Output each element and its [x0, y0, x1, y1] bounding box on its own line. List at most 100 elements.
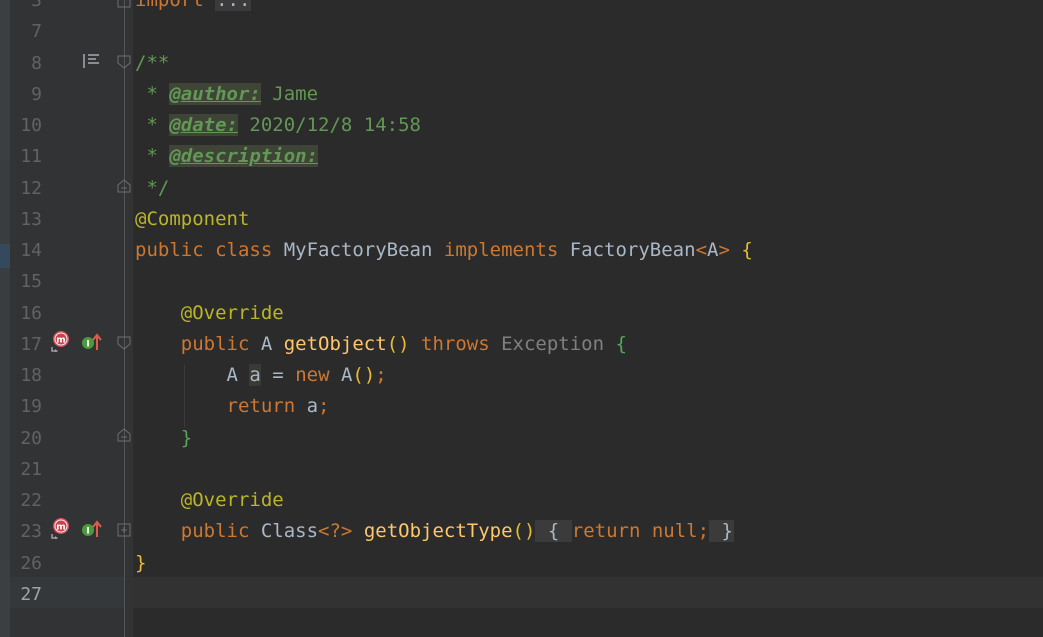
code-line[interactable]: 13 @Component — [0, 204, 1043, 235]
code-text[interactable]: public class MyFactoryBean implements Fa… — [135, 235, 753, 266]
line-number: 9 — [31, 83, 42, 105]
code-token: throws — [421, 332, 502, 355]
code-line[interactable]: 27 — [0, 579, 1043, 610]
code-line[interactable]: 17 public A getObject() throws Exception… — [0, 329, 1043, 360]
line-number: 23 — [20, 521, 42, 543]
code-line[interactable]: 14 public class MyFactoryBean implements … — [0, 235, 1043, 266]
code-editor[interactable]: 3 import ... 7 8/** 9 * @author: Jame 10 * @d… — [0, 0, 1043, 637]
fold-end-icon[interactable] — [117, 428, 131, 442]
code-text[interactable]: } — [135, 548, 146, 579]
line-number: 22 — [20, 490, 42, 511]
code-token: new — [295, 364, 341, 386]
code-token: } — [135, 551, 147, 574]
code-token: implements — [443, 239, 570, 261]
code-token: ; — [375, 364, 387, 386]
code-line[interactable]: 16 @Override — [0, 298, 1043, 329]
line-number: 21 — [20, 458, 42, 480]
code-token: } — [180, 426, 193, 449]
line-number: 10 — [20, 115, 42, 136]
code-line[interactable]: 23 public Class<?> getObjectType() { ret… — [0, 516, 1043, 547]
code-token: () — [352, 364, 376, 386]
code-token: { — [535, 520, 572, 543]
code-token: @Component — [135, 207, 250, 230]
code-text[interactable]: @Override — [135, 485, 284, 516]
line-number: 7 — [31, 21, 42, 43]
code-text[interactable]: @Override — [135, 298, 284, 329]
fold-end-icon[interactable] — [117, 179, 131, 193]
line-number: 3 — [31, 0, 42, 11]
code-text[interactable]: } — [135, 423, 192, 454]
code-token: @description: — [169, 145, 319, 168]
code-token: return — [226, 395, 307, 418]
code-text[interactable]: /** — [135, 48, 169, 79]
code-token: return null — [571, 520, 698, 543]
code-token: */ — [135, 176, 170, 199]
line-number: 8 — [31, 52, 42, 74]
code-token: <?> — [318, 520, 364, 543]
code-token: 2020/12/8 14:58 — [237, 114, 421, 136]
code-token: > — [718, 239, 742, 261]
code-line[interactable]: 20 } — [0, 423, 1043, 454]
code-token: A — [707, 239, 719, 261]
code-token: { — [741, 239, 753, 261]
method-override-icon[interactable]: m — [50, 517, 72, 539]
line-number: 14 — [20, 240, 42, 261]
code-line[interactable]: 7 — [0, 16, 1043, 47]
code-line[interactable]: 21 — [0, 454, 1043, 485]
line-number: 16 — [20, 302, 42, 324]
code-line[interactable]: 19 return a; — [0, 391, 1043, 422]
code-token: MyFactoryBean — [283, 239, 444, 261]
fold-collapse-icon[interactable] — [117, 336, 131, 350]
code-text[interactable]: return a; — [135, 391, 330, 422]
implements-up-arrow-icon[interactable]: I — [80, 519, 102, 541]
code-line[interactable]: 22 @Override — [0, 485, 1043, 516]
fold-toggle-icon[interactable] — [117, 0, 131, 8]
implements-up-arrow-icon[interactable]: I — [80, 332, 102, 354]
code-text[interactable]: public Class<?> getObjectType() { return… — [135, 516, 734, 547]
code-line[interactable]: 3 import ... — [0, 0, 1043, 16]
code-token: A — [226, 364, 250, 386]
code-line[interactable]: 9 * @author: Jame — [0, 79, 1043, 110]
code-text[interactable]: public A getObject() throws Exception { — [135, 329, 627, 360]
code-line[interactable]: 12 */ — [0, 173, 1043, 204]
code-text[interactable]: * @description: — [135, 141, 319, 172]
code-text[interactable]: import ... — [135, 0, 252, 16]
code-token: } — [709, 520, 734, 543]
code-text[interactable]: @Component — [135, 204, 249, 235]
code-line[interactable]: 26} — [0, 548, 1043, 579]
code-line[interactable]: 15 — [0, 266, 1043, 297]
line-number: 15 — [20, 271, 42, 293]
code-token: @Override — [180, 301, 284, 324]
code-line[interactable]: 10 * @date: 2020/12/8 14:58 — [0, 110, 1043, 141]
code-token: FactoryBean — [569, 239, 696, 261]
svg-text:I: I — [86, 527, 89, 537]
code-line[interactable]: 18 A a = new A(); — [0, 360, 1043, 391]
rendered-doc-icon[interactable] — [80, 50, 102, 72]
code-line[interactable]: 11 * @description: — [0, 141, 1043, 172]
fold-collapse-icon[interactable] — [117, 55, 131, 69]
line-number: 17 — [20, 333, 42, 355]
line-number: 12 — [20, 177, 42, 199]
svg-text:I: I — [86, 340, 89, 350]
code-token: /** — [135, 51, 170, 74]
code-token: getObjectType — [363, 520, 513, 543]
code-token: Jame — [260, 82, 319, 105]
code-token: @author: — [169, 82, 261, 105]
code-token: Exception — [501, 332, 616, 355]
code-text[interactable]: A a = new A(); — [135, 360, 387, 391]
code-text[interactable]: * @author: Jame — [135, 79, 318, 110]
line-number: 18 — [20, 365, 42, 386]
method-override-icon[interactable]: m — [50, 330, 72, 352]
code-token: getObject — [283, 332, 387, 355]
code-text[interactable]: */ — [135, 173, 169, 204]
code-line[interactable]: 8 /** — [0, 48, 1043, 79]
code-text[interactable]: * @date: 2020/12/8 14:58 — [135, 110, 421, 141]
line-number: 27 — [20, 583, 42, 605]
fold-expand-icon[interactable] — [117, 523, 131, 537]
code-token: * — [135, 82, 170, 105]
line-number: 26 — [20, 552, 42, 574]
